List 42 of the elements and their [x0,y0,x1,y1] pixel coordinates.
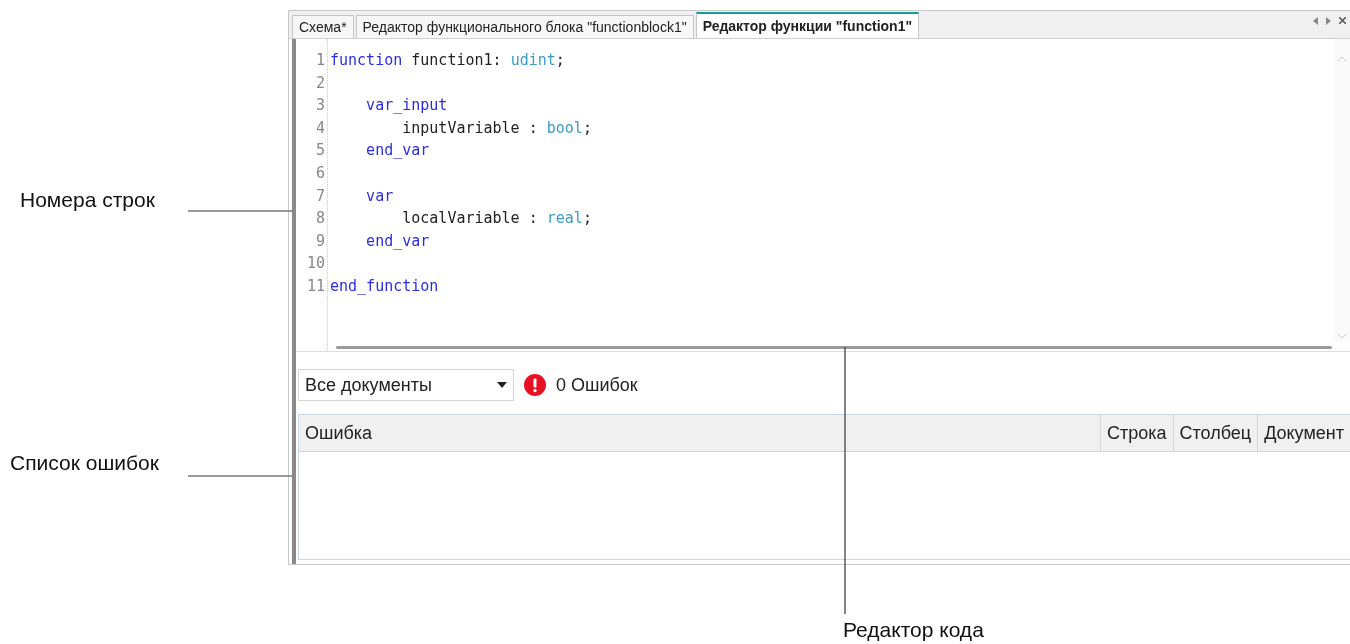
code-editor[interactable]: 1 2 3 4 5 6 7 8 9 10 11 function function1: udint; var_input inputVariable : bool; end_var var localVariable : real; end_var end_function [296,39,1350,352]
code-line: var [365,185,394,207]
caret-icon [497,382,507,388]
callout-label: Номера строк [20,188,155,212]
code-line: end_function [330,275,439,297]
line-number: 2 [314,72,326,94]
vertical-scrollbar[interactable] [1334,39,1350,341]
callout-label: Список ошибок [10,451,159,475]
editor-tab[interactable]: Схема* [292,15,354,38]
code-line: end_var [365,230,430,252]
column-header[interactable]: Строка [1100,415,1173,451]
error-count: 0 Ошибок [556,374,638,396]
line-number: 10 [305,253,326,275]
line-number: 7 [314,185,326,207]
code-line: var_input [365,95,448,117]
column-header[interactable]: Столбец [1172,415,1258,451]
callout-label: Редактор кода [843,618,984,642]
editor-tab[interactable]: Редактор функционального блока "functionblock1" [355,15,694,38]
line-number: 1 [314,50,326,71]
document-filter-dropdown[interactable]: Все документы [298,369,514,401]
chevron-down-icon[interactable] [1337,333,1347,339]
code-line: inputVariable : bool; [401,117,592,139]
right-arrow-icon[interactable] [1326,17,1331,25]
line-number: 5 [314,140,326,162]
dropdown-value: Все документы [305,374,432,396]
line-number: 6 [314,162,326,184]
line-number: 8 [314,208,326,230]
horizontal-scrollbar[interactable] [336,346,1332,349]
column-header[interactable]: Документ [1257,415,1350,451]
error-icon [524,374,546,396]
code-line: localVariable : real; [401,208,592,230]
code-line: function function1: udint; [330,50,565,71]
close-icon[interactable] [1339,17,1346,24]
left-arrow-icon[interactable] [1313,17,1318,25]
line-number: 11 [305,275,326,297]
chevron-up-icon[interactable] [1337,56,1347,62]
editor-tab[interactable]: Редактор функции "function1" [695,12,920,38]
column-header[interactable]: Ошибка [299,415,1100,451]
line-number: 3 [314,95,326,117]
line-number: 4 [314,117,326,139]
code-line: end_var [365,140,430,162]
line-number: 9 [314,230,326,252]
